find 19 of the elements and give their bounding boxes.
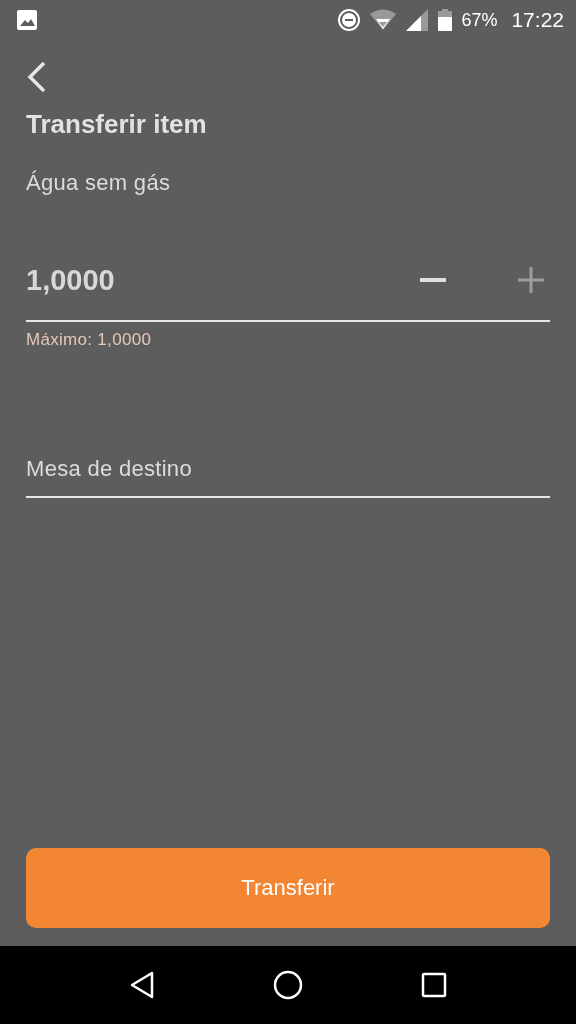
battery-icon bbox=[437, 8, 454, 32]
do-not-disturb-icon bbox=[337, 8, 362, 32]
item-name: Água sem gás bbox=[26, 170, 172, 196]
destination-field[interactable]: Mesa de destino bbox=[26, 442, 550, 498]
battery-percentage: 67% bbox=[461, 9, 498, 31]
image-icon bbox=[16, 9, 38, 31]
back-button[interactable] bbox=[26, 59, 48, 95]
helper-text: Máximo: 1,0000 bbox=[26, 330, 153, 350]
transfer-button[interactable]: Transferir bbox=[26, 848, 550, 928]
plus-icon bbox=[518, 267, 544, 293]
clock-time: 17:22 bbox=[511, 8, 564, 32]
minus-icon bbox=[420, 278, 446, 282]
home-circle-icon bbox=[273, 970, 303, 1000]
quantity-field[interactable]: 1,0000 bbox=[26, 240, 550, 322]
wifi-icon bbox=[369, 8, 398, 32]
page-title: Transferir item bbox=[26, 109, 208, 140]
signal-icon bbox=[405, 8, 430, 32]
recents-square-icon bbox=[421, 972, 447, 998]
back-triangle-icon bbox=[129, 971, 155, 999]
